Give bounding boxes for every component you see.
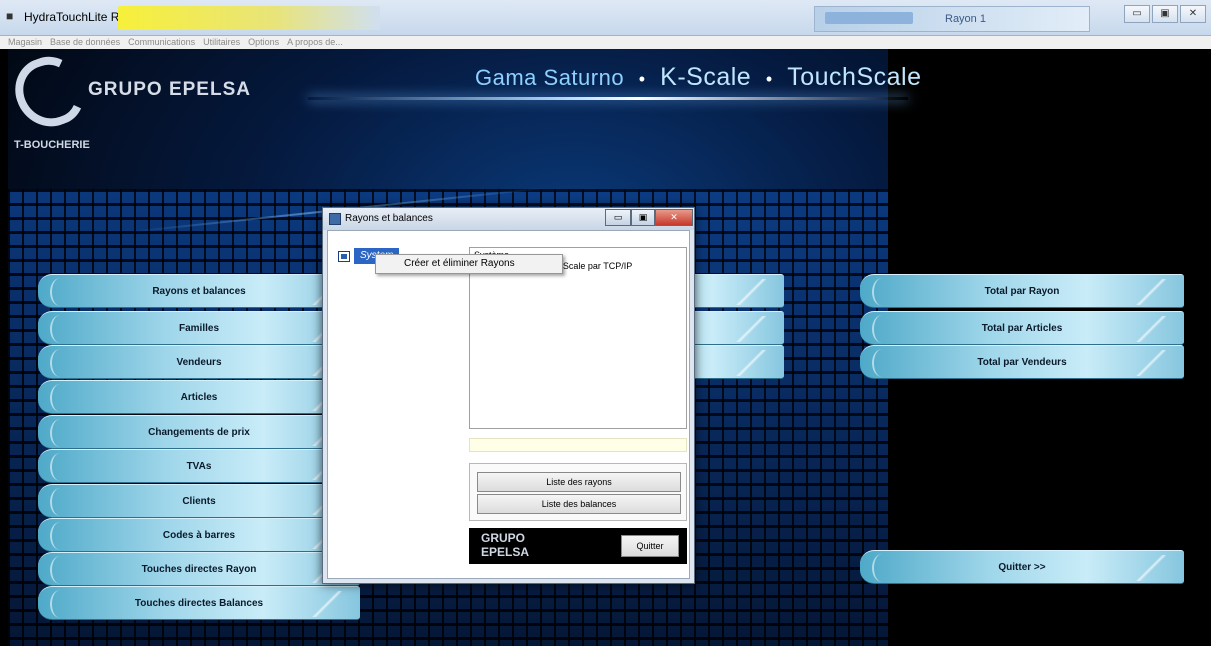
dialog-app-icon [329,213,341,225]
maximize-icon: ▣ [1160,8,1170,19]
menu-bar: Magasin Base de données Communications U… [0,36,1211,49]
btn-label: Vendeurs [176,357,222,368]
dialog-minimize-button[interactable]: ▭ [605,209,631,226]
menu-base-de-donnees[interactable]: Base de données [50,36,120,49]
footer-logo-line1: GRUPO [481,531,526,545]
minimize-icon: ▭ [613,212,623,222]
header-separator: • [765,69,773,89]
menu-a-propos[interactable]: A propos de... [287,36,343,49]
close-icon: ✕ [670,212,678,222]
close-button[interactable]: ✕ [1180,5,1206,23]
dialog-close-button[interactable]: ✕ [655,209,693,226]
footer-logo-line2: EPELSA [481,545,530,559]
light-streak [308,97,908,100]
btn-label: Changements de prix [148,427,250,438]
btn-touches-directes-balances[interactable]: Touches directes Balances [38,586,360,620]
btn-changements-de-prix[interactable]: Changements de prix [38,415,360,449]
menu-utilitaires[interactable]: Utilitaires [203,36,240,49]
maximize-icon: ▣ [638,212,648,222]
product-header: Gama Saturno • K-Scale • TouchScale [475,63,922,92]
dialog-quitter-button[interactable]: Quitter [621,535,679,557]
liste-des-rayons-button[interactable]: Liste des rayons [477,472,681,492]
btn-total-par-vendeurs[interactable]: Total par Vendeurs [860,345,1184,379]
footer-logo-text: GRUPO EPELSA [481,531,529,559]
btn-total-par-rayon[interactable]: Total par Rayon [860,274,1184,308]
brand-subtitle: T-BOUCHERIE [14,139,90,151]
btn-label: Codes à barres [162,530,236,541]
btn-vendeurs[interactable]: Vendeurs [38,345,360,379]
maximize-button[interactable]: ▣ [1152,5,1178,23]
btn-label: TVAs [186,461,212,472]
dialog-footer-logo: GRUPO EPELSA Quitter [469,528,687,564]
btn-label: Quitter >> [998,562,1046,573]
active-rayon-field: Rayon 1 [814,6,1090,32]
company-name: GRUPO EPELSA [88,79,251,100]
active-rayon-text: Rayon 1 [945,13,986,25]
header-touchscale: TouchScale [787,63,922,91]
menu-options[interactable]: Options [248,36,279,49]
header-gama-saturno: Gama Saturno [475,65,625,90]
field-tag [825,12,913,24]
btn-label: Total par Articles [981,323,1063,334]
title-bar-highlight [118,6,380,30]
btn-familles[interactable]: Familles [38,311,360,345]
btn-label: Clients [182,496,216,507]
btn-label: Touches directes Rayon [141,564,257,575]
liste-des-balances-button[interactable]: Liste des balances [477,494,681,514]
list-button-group: Liste des rayons Liste des balances [469,463,687,521]
header-k-scale: K-Scale [660,63,752,91]
btn-touches-directes-rayon[interactable]: Touches directes Rayon [38,552,360,586]
context-menu-item-creer-rayons[interactable]: Créer et éliminer Rayons [375,254,563,274]
logo-swoosh-icon [8,49,92,137]
btn-label: Articles [180,392,218,403]
btn-rayons-et-balances[interactable]: Rayons et balances [38,274,360,308]
btn-label: Total par Vendeurs [977,357,1067,368]
minimize-button[interactable]: ▭ [1124,5,1150,23]
window-title-bar[interactable]: ■ HydraTouchLite Release 1.4.19 Rayon 1 … [0,0,1211,36]
btn-label: Touches directes Balances [134,598,264,609]
btn-clients[interactable]: Clients [38,484,360,518]
btn-articles[interactable]: Articles [38,380,360,414]
dialog-title: Rayons et balances [345,213,433,224]
minimize-icon: ▭ [1132,8,1142,19]
dialog-title-bar[interactable]: Rayons et balances ▭ ▣ ✕ [323,208,694,230]
btn-total-par-articles[interactable]: Total par Articles [860,311,1184,345]
btn-label: Total par Rayon [984,286,1060,297]
menu-magasin[interactable]: Magasin [8,36,42,49]
dialog-body: System Système Communication TouchScale … [327,230,690,579]
computer-icon [338,251,350,262]
btn-label: Familles [178,323,220,334]
status-field [469,438,687,452]
description-panel: Système Communication TouchScale par TCP… [469,247,687,429]
company-logo: GRUPO EPELSA T-BOUCHERIE [8,49,252,187]
header-separator: • [638,69,646,89]
dialog-maximize-button[interactable]: ▣ [631,209,655,226]
btn-quitter-main[interactable]: Quitter >> [860,550,1184,584]
close-icon: ✕ [1188,8,1198,19]
btn-tvas[interactable]: TVAs [38,449,360,483]
menu-communications[interactable]: Communications [128,36,195,49]
system-tree[interactable]: System [334,245,464,575]
btn-label: Rayons et balances [152,286,246,297]
app-icon: ■ [6,9,14,23]
btn-codes-a-barres[interactable]: Codes à barres [38,518,360,552]
